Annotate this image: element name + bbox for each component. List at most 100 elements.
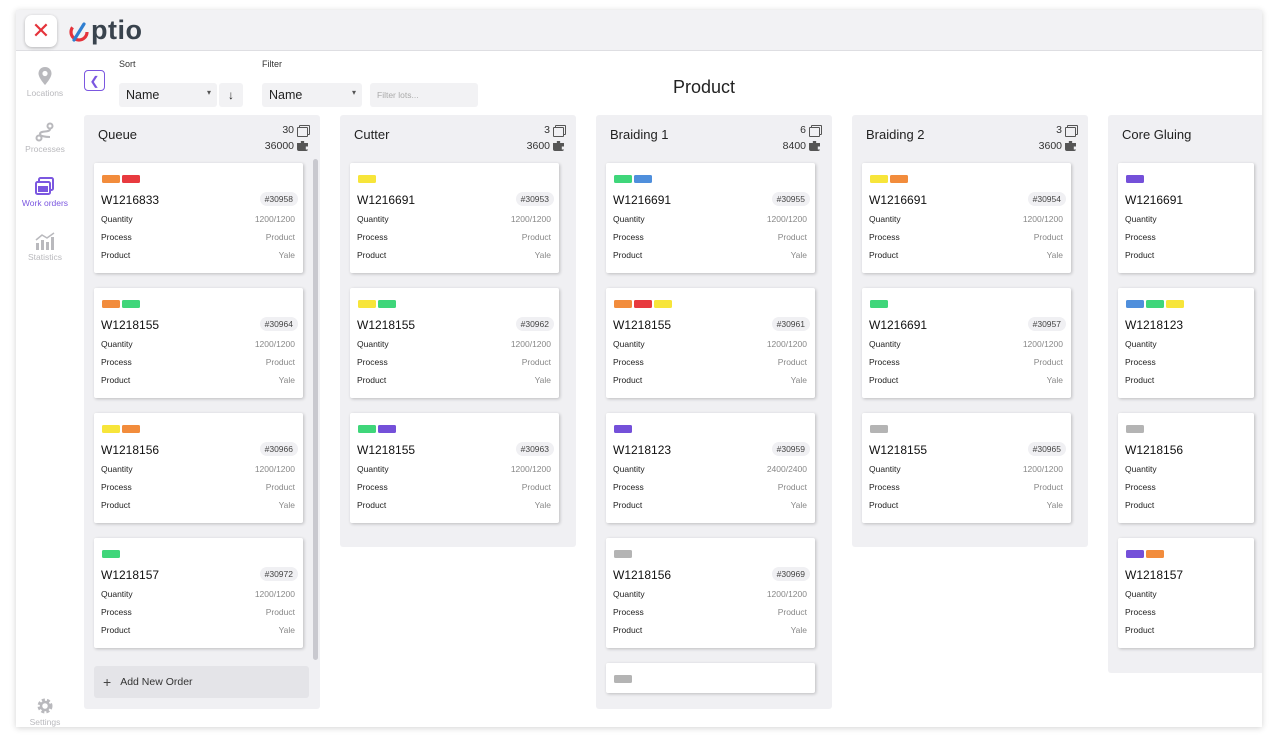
product-label: Product [869,250,899,260]
work-order-card[interactable]: W1218155 #30962 Quantity 1200/1200 Process Pr… [350,288,559,398]
process-value: Product [265,232,295,242]
work-order-card[interactable]: W1218157 #30972 Quantity 1200/1200 Process Pr… [94,538,303,648]
tag-purple [1126,175,1144,183]
tag-green [102,550,120,558]
tag-green [614,175,632,183]
quantity-row: Quantity 1200/1200 [613,589,807,599]
quantity-value: 1200/1200 [766,214,807,224]
product-label: Product [1125,625,1155,635]
work-order-card[interactable]: W1218155 #30961 Quantity 1200/1200 Process Pr… [606,288,815,398]
work-order-card[interactable]: W1218157 Quantity Process Product [1118,538,1254,648]
quantity-row: Quantity 1200/1200 [869,214,1063,224]
product-label: Product [101,375,131,385]
sort-select[interactable]: Name ▾ [119,83,217,107]
column-braiding-2: Braiding 2 3 3600 W1216691 #30954 Quantity… [852,115,1088,547]
product-value: Yale [278,375,295,385]
quantity-row: Quantity 1200/1200 [357,214,551,224]
quantity-row: Quantity 1200/1200 [357,464,551,474]
puzzle-icon [809,141,820,151]
work-order-card[interactable]: W1218155 #30965 Quantity 1200/1200 Process Pr… [862,413,1071,523]
lot-badge: #30969 [771,567,810,581]
product-value: Yale [790,500,807,510]
lot-badge: #30957 [1027,317,1066,331]
product-value: Yale [278,250,295,260]
quantity-value: 1200/1200 [510,464,551,474]
work-order-card[interactable] [606,663,815,693]
process-label: Process [101,607,132,617]
quantity-value: 1200/1200 [254,214,295,224]
filter-lots-input[interactable] [370,83,478,107]
tag-list [358,425,396,433]
lot-badge: #30959 [771,442,810,456]
work-order-card[interactable]: W1216691 #30954 Quantity 1200/1200 Process Pr… [862,163,1071,273]
sidebar-item-statistics[interactable]: Statistics [16,232,74,262]
tag-green [1146,300,1164,308]
order-number: W1216691 [1125,193,1184,207]
column-title: Core Gluing [1122,127,1192,142]
tag-list [870,425,888,433]
order-number: W1218155 [869,443,928,457]
collapse-button[interactable]: ❮ [84,70,105,91]
product-label: Product [1125,250,1155,260]
column-stats: 30 36000 [264,122,310,154]
quantity-label: Quantity [613,589,645,599]
tag-list [1126,175,1144,183]
puzzle-icon [1065,141,1076,151]
sidebar-item-label: Settings [29,717,61,727]
product-label: Product [357,500,387,510]
work-order-card[interactable]: W1218155 #30963 Quantity 1200/1200 Process Pr… [350,413,559,523]
tag-list [102,550,120,558]
close-button[interactable]: ✕ [25,15,57,47]
sidebar-item-work-orders[interactable]: Work orders [16,176,74,208]
filter-select[interactable]: Name ▾ [262,83,362,107]
work-order-card[interactable]: W1218156 #30966 Quantity 1200/1200 Process Pr… [94,413,303,523]
work-order-card[interactable]: W1218156 Quantity Process Product [1118,413,1254,523]
process-row: Process [1125,232,1246,242]
product-row: Product Yale [101,375,295,385]
work-order-card[interactable]: W1218123 Quantity Process Product [1118,288,1254,398]
process-label: Process [613,232,644,242]
process-row: Process Product [869,232,1063,242]
product-row: Product Yale [101,500,295,510]
sidebar-item-processes[interactable]: Processes [16,122,74,154]
product-label: Product [613,625,643,635]
product-label: Product [613,250,643,260]
tag-yellow [102,425,120,433]
add-new-order-button[interactable]: + Add New Order [94,666,309,698]
work-order-card[interactable]: W1216833 #30958 Quantity 1200/1200 Process Pr… [94,163,303,273]
order-number: W1218156 [101,443,160,457]
column-cutter: Cutter 3 3600 W1216691 #30953 Quantity 1200… [340,115,576,547]
sidebar-item-settings[interactable]: Settings [16,697,74,727]
process-row: Process Product [357,482,551,492]
quantity-value: 1200/1200 [1022,214,1063,224]
tag-purple [378,425,396,433]
quantity-label: Quantity [1125,339,1157,349]
quantity-row: Quantity 1200/1200 [101,339,295,349]
process-label: Process [869,482,900,492]
product-label: Product [357,250,387,260]
sidebar-item-locations[interactable]: Locations [16,66,74,98]
work-order-card[interactable]: W1218156 #30969 Quantity 1200/1200 Process Pr… [606,538,815,648]
process-row: Process Product [613,232,807,242]
process-value: Product [521,357,551,367]
column-total: 36000 [264,140,294,152]
product-value: Yale [1046,500,1063,510]
work-order-card[interactable]: W1218155 #30964 Quantity 1200/1200 Process Pr… [94,288,303,398]
tag-red [122,175,140,183]
column-scrollbar[interactable] [313,159,318,660]
work-order-card[interactable]: W1216691 #30955 Quantity 1200/1200 Process Pr… [606,163,815,273]
work-order-card[interactable]: W1218123 #30959 Quantity 2400/2400 Process Pr… [606,413,815,523]
work-order-card[interactable]: W1216691 #30957 Quantity 1200/1200 Process Pr… [862,288,1071,398]
lot-badge: #30961 [771,317,810,331]
puzzle-icon [553,141,564,151]
process-value: Product [1033,482,1063,492]
sort-direction-button[interactable]: ↓ [219,83,243,107]
column-queue: Queue 30 36000 W1216833 #30958 Quantity 120… [84,115,320,709]
process-label: Process [613,607,644,617]
work-order-card[interactable]: W1216691 Quantity Process Product [1118,163,1254,273]
process-value: Product [777,232,807,242]
work-order-card[interactable]: W1216691 #30953 Quantity 1200/1200 Process Pr… [350,163,559,273]
process-label: Process [869,232,900,242]
tag-yellow [358,175,376,183]
quantity-label: Quantity [357,214,389,224]
